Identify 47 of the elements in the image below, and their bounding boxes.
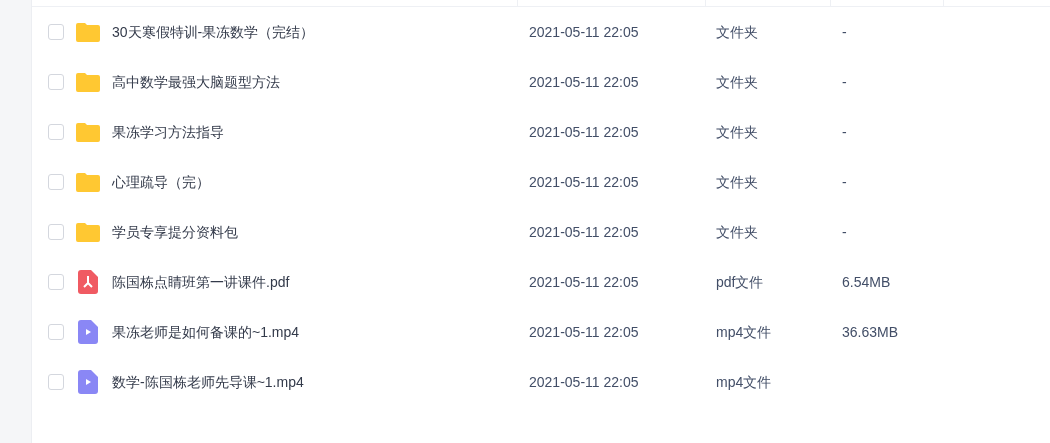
file-type: 文件夹 [715,72,759,92]
folder-icon [76,172,100,192]
folder-icon [76,122,100,142]
file-type: mp4文件 [715,372,773,392]
file-type: pdf文件 [715,272,765,292]
checkbox[interactable] [48,174,64,190]
file-size: 36.63MB [841,323,899,340]
checkbox[interactable] [48,374,64,390]
checkbox[interactable] [48,274,64,290]
checkbox[interactable] [48,74,64,90]
file-name[interactable]: 果冻老师是如何备课的~1.mp4 [112,321,300,343]
modified-date: 2021-05-11 22:05 [528,72,640,92]
file-size: 6.54MB [841,273,891,290]
folder-icon [76,72,100,92]
checkbox[interactable] [48,24,64,40]
modified-date: 2021-05-11 22:05 [528,172,640,192]
file-name[interactable]: 果冻学习方法指导 [112,121,224,143]
file-name[interactable]: 心理疏导（完） [112,171,210,193]
file-type: 文件夹 [715,22,759,42]
modified-date: 2021-05-11 22:05 [528,372,640,392]
file-name[interactable]: 高中数学最强大脑题型方法 [112,71,280,93]
video-file-icon [78,320,98,344]
file-size: - [841,23,847,40]
modified-date: 2021-05-11 22:05 [528,322,640,342]
modified-date: 2021-05-11 22:05 [528,22,640,42]
file-name[interactable]: 学员专享提分资料包 [112,221,238,243]
file-size: - [841,173,847,190]
file-type: mp4文件 [715,322,773,342]
modified-date: 2021-05-11 22:05 [528,222,640,242]
video-file-icon [78,370,98,394]
modified-date: 2021-05-11 22:05 [528,122,640,142]
file-name[interactable]: 数学-陈国栋老师先导课~1.mp4 [112,371,304,393]
file-size: - [841,73,847,90]
file-name[interactable]: 陈国栋点睛班第一讲课件.pdf [112,271,290,293]
folder-icon [76,22,100,42]
modified-date: 2021-05-11 22:05 [528,272,640,292]
file-type: 文件夹 [715,122,759,142]
pdf-icon [78,270,98,294]
checkbox[interactable] [48,224,64,240]
checkbox[interactable] [48,124,64,140]
file-name[interactable]: 30天寒假特训-果冻数学（完结） [112,21,315,43]
folder-icon [76,222,100,242]
file-size: - [841,223,847,240]
file-type: 文件夹 [715,172,759,192]
file-type: 文件夹 [715,222,759,242]
checkbox[interactable] [48,324,64,340]
file-size: - [841,123,847,140]
